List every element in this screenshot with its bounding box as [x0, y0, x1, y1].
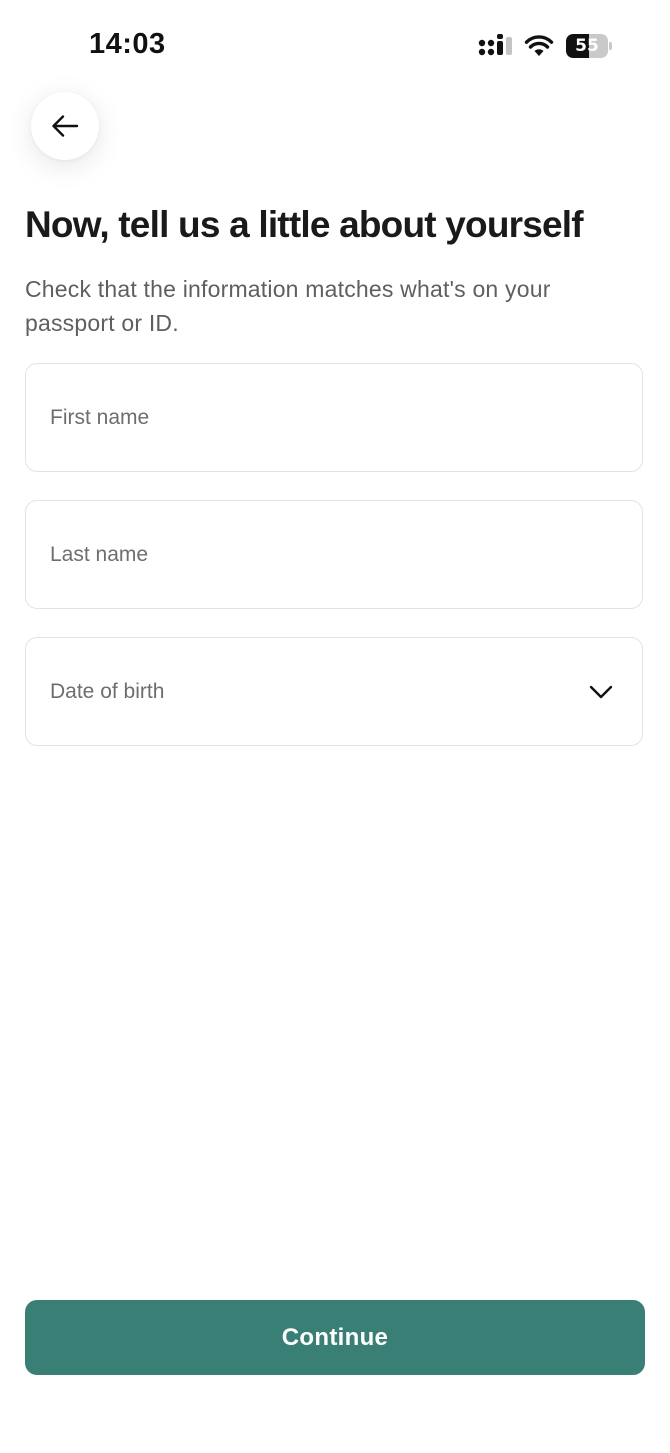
date-of-birth-label: Date of birth	[50, 679, 165, 703]
arrow-left-icon	[52, 115, 79, 137]
status-icons: 55	[478, 32, 612, 60]
status-time: 14:03	[89, 28, 166, 60]
first-name-input[interactable]	[50, 364, 590, 471]
chevron-down-icon	[589, 685, 613, 699]
date-of-birth-select[interactable]: Date of birth	[25, 637, 643, 746]
page-subtitle: Check that the information matches what'…	[25, 276, 551, 336]
last-name-input[interactable]	[50, 501, 590, 608]
battery-icon: 55	[566, 34, 612, 58]
wifi-icon	[524, 35, 554, 56]
last-name-field[interactable]	[25, 500, 643, 609]
continue-button[interactable]: Continue	[25, 1300, 645, 1375]
first-name-field[interactable]	[25, 363, 643, 472]
status-bar: 14:03 55	[0, 0, 670, 90]
page-title: Now, tell us a little about yourself	[25, 204, 584, 245]
battery-level: 55	[575, 36, 599, 56]
signal-icon	[478, 34, 512, 56]
back-button[interactable]	[31, 92, 99, 160]
